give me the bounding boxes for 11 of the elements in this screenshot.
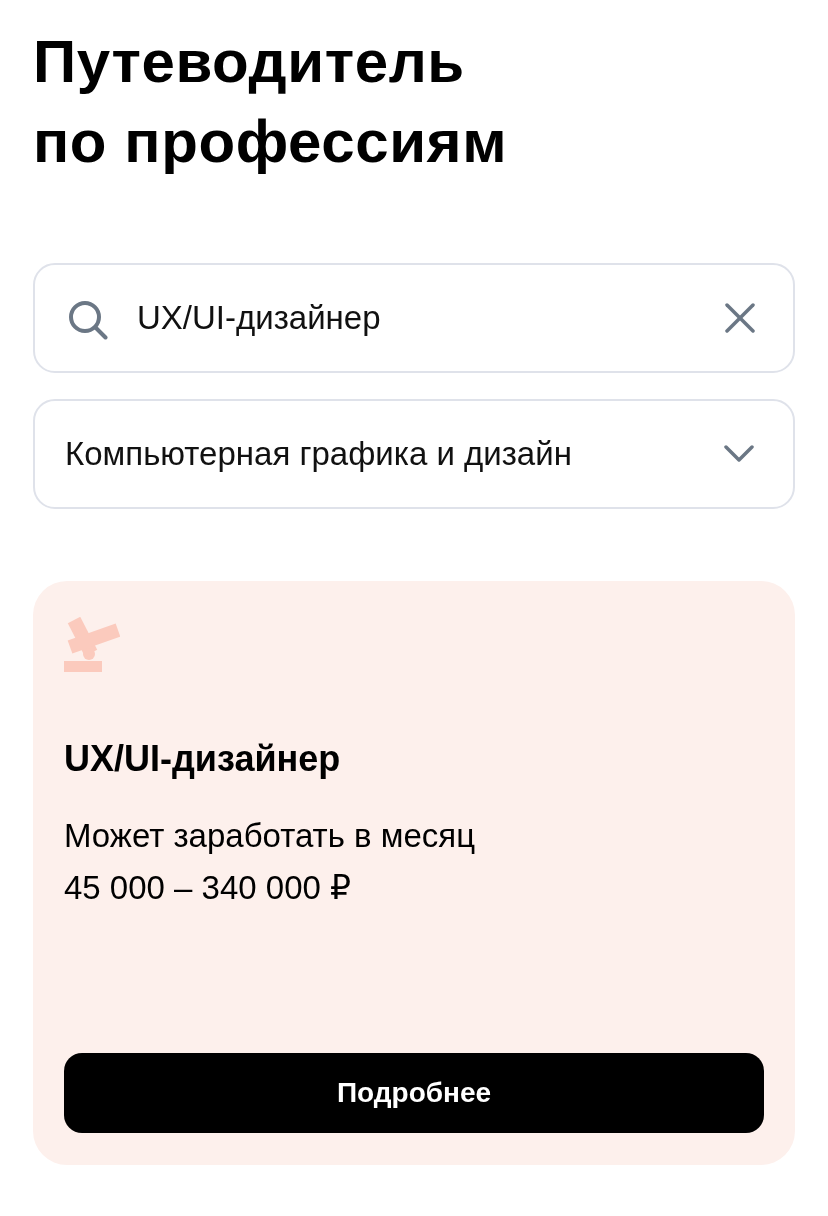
page-title: Путеводитель по профессиям: [33, 27, 509, 177]
stamp-icon: [64, 617, 120, 673]
clear-button[interactable]: [725, 303, 755, 333]
profession-title: UX/UI-дизайнер: [64, 737, 342, 781]
salary-label: Может заработать в месяц: [64, 816, 477, 856]
search-icon: [68, 300, 108, 340]
salary-range: 45 000 – 340 000 ₽: [64, 868, 353, 908]
details-button[interactable]: Подробнее: [64, 1053, 764, 1133]
close-icon: [725, 303, 755, 333]
search-field[interactable]: UX/UI-дизайнер: [33, 263, 795, 373]
category-select[interactable]: Компьютерная графика и дизайн: [33, 399, 795, 509]
